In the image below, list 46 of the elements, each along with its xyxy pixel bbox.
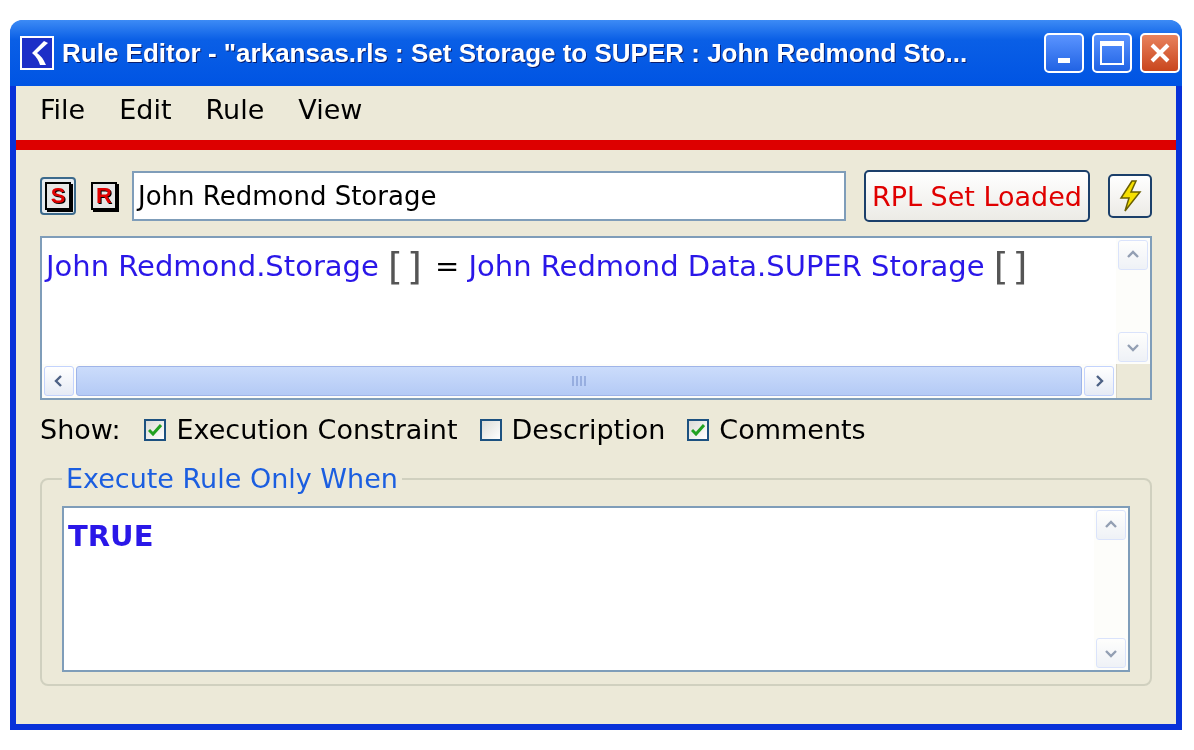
window-title: Rule Editor - "arkansas.rls : Set Storage to SUPER : John Redmond Sto...: [62, 37, 969, 69]
status-button[interactable]: RPL Set Loaded: [863, 170, 1090, 222]
index-brackets: []: [993, 244, 1032, 288]
checkbox[interactable]: [479, 418, 502, 441]
scroll-up-button[interactable]: [1096, 510, 1126, 540]
mode-button[interactable]: R: [88, 179, 120, 213]
expression-reference: John Redmond.Storage: [46, 249, 379, 283]
scroll-down-button[interactable]: [1096, 638, 1126, 668]
scroll-up-button[interactable]: [1118, 240, 1148, 270]
lightning-icon: [1117, 180, 1143, 212]
expression-reference: John Redmond Data.SUPER Storage: [468, 249, 985, 283]
checkbox-label[interactable]: Execution Constraint: [176, 414, 458, 445]
grip-icon: [571, 375, 587, 387]
show-label: Show:: [40, 414, 121, 445]
checkbox[interactable]: [144, 418, 167, 441]
close-icon: [1149, 42, 1171, 64]
scrollbar-corner: [1116, 364, 1150, 398]
menu-item[interactable]: View: [298, 94, 363, 132]
menu-item[interactable]: File: [40, 94, 86, 132]
vertical-scrollbar[interactable]: [1094, 508, 1128, 670]
rule-name-field[interactable]: John Redmond Storage: [132, 171, 846, 221]
scroll-right-button[interactable]: [1084, 366, 1114, 396]
mode-button[interactable]: S: [40, 177, 76, 215]
horizontal-scrollbar[interactable]: [42, 364, 1116, 398]
menu-item[interactable]: Rule: [205, 94, 265, 132]
minimize-icon: [1058, 57, 1070, 63]
app-logo-icon: [20, 36, 54, 70]
expression-operator: =: [434, 249, 460, 283]
minimize-button[interactable]: [1044, 33, 1084, 73]
maximize-icon: [1099, 40, 1125, 66]
scrollbar-thumb[interactable]: [76, 366, 1082, 396]
run-button[interactable]: [1108, 174, 1152, 218]
menu-item[interactable]: Edit: [119, 94, 172, 132]
check-icon: [148, 423, 163, 436]
expression-keyword: TRUE: [68, 519, 154, 553]
checkbox-label[interactable]: Comments: [719, 414, 866, 445]
check-icon: [691, 423, 706, 436]
maximize-button[interactable]: [1092, 33, 1132, 73]
checkbox-label[interactable]: Description: [511, 414, 666, 445]
group-title: Execute Rule Only When: [65, 463, 399, 494]
vertical-scrollbar[interactable]: [1116, 238, 1150, 364]
index-brackets: []: [388, 244, 426, 288]
scroll-down-button[interactable]: [1118, 332, 1148, 362]
checkbox[interactable]: [687, 418, 710, 441]
scroll-left-button[interactable]: [44, 366, 74, 396]
close-button[interactable]: [1140, 33, 1180, 73]
